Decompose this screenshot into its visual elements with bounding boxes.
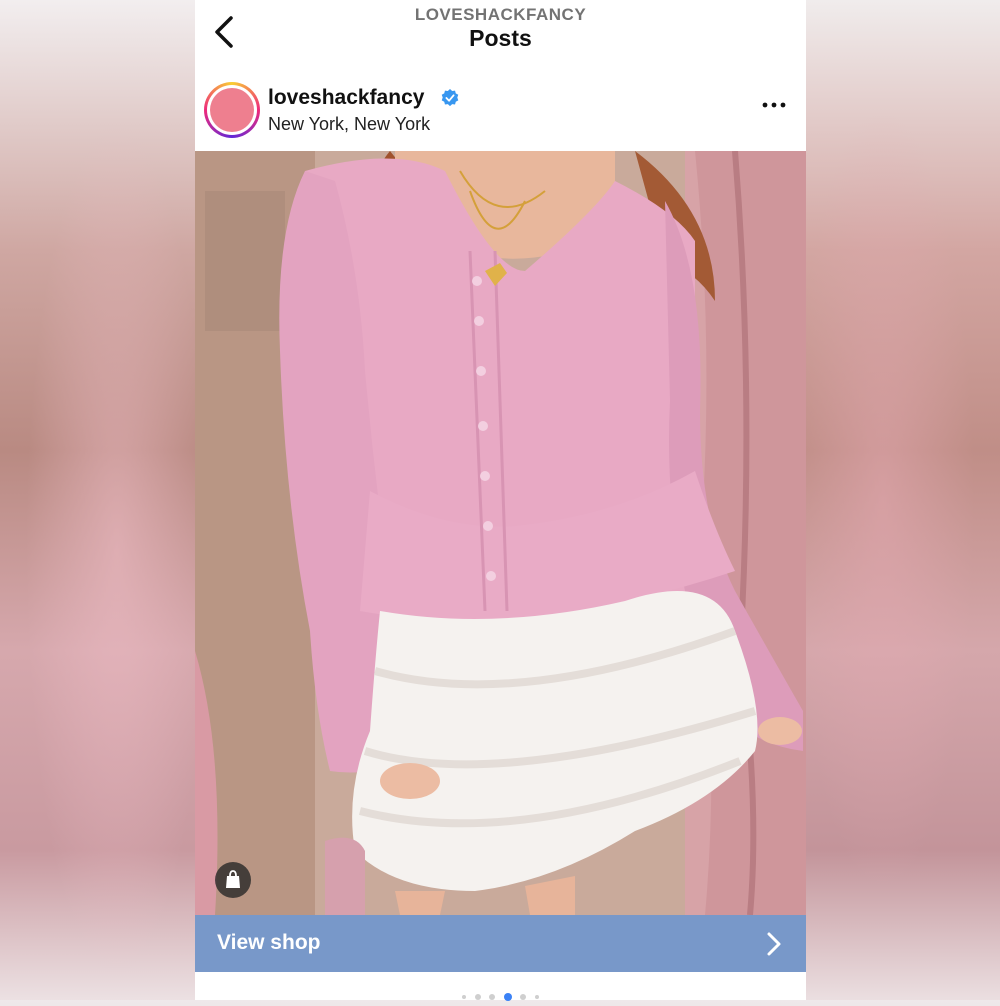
post-photo[interactable] <box>195 151 806 915</box>
post-username[interactable]: loveshackfancy <box>268 86 424 110</box>
view-shop-label: View shop <box>217 931 321 954</box>
phone-screen: LOVESHACKFANCY Posts loveshackfancy New … <box>195 0 806 1001</box>
carousel-dot <box>489 993 496 1000</box>
verified-badge-icon <box>441 89 459 107</box>
carousel-dot <box>520 993 527 1000</box>
view-shop-button[interactable]: View shop <box>195 915 806 972</box>
page-title: Posts <box>469 25 532 51</box>
more-options-icon[interactable] <box>762 100 786 110</box>
top-navigation: LOVESHACKFANCY Posts <box>195 0 806 64</box>
post-photo-illustration <box>195 151 806 915</box>
post-header: loveshackfancy New York, New York <box>195 78 806 144</box>
post-location[interactable]: New York, New York <box>268 114 430 135</box>
blurred-background-left <box>0 0 195 1000</box>
nav-account-name: LOVESHACKFANCY <box>414 5 587 24</box>
carousel-dot <box>462 994 467 999</box>
shopping-tag-icon[interactable] <box>215 862 251 898</box>
blurred-background-right <box>805 0 1000 1000</box>
carousel-indicator <box>195 988 806 1001</box>
carousel-dot <box>474 993 481 1000</box>
avatar[interactable] <box>204 82 260 138</box>
carousel-dot <box>534 994 539 999</box>
chevron-right-icon <box>767 932 781 956</box>
avatar-image <box>210 88 254 132</box>
